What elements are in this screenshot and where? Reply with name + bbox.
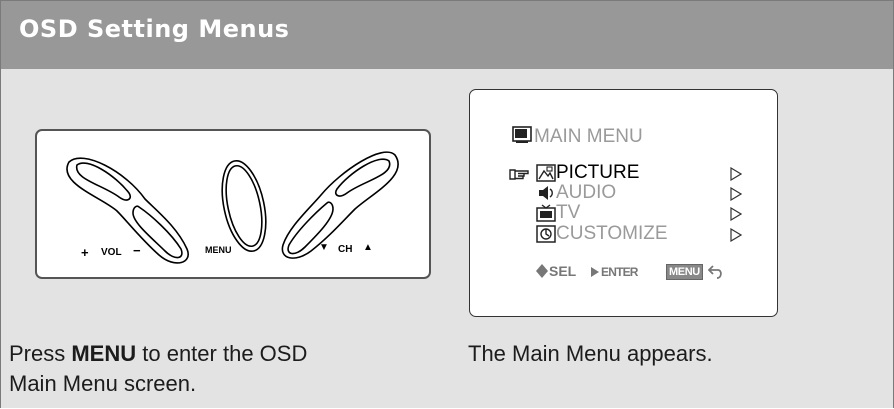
vol-minus-label: − [133,243,141,258]
menu-button-drawing [221,160,267,252]
vol-label: VOL [101,247,122,258]
tv-icon [536,204,556,222]
control-panel-illustration: + VOL − MENU ▼ CH ▲ [35,129,431,279]
right-caption: The Main Menu appears. [468,341,713,366]
menu-label: MENU [205,245,232,255]
left-caption: Press MENU to enter the OSD Main Menu scr… [9,339,439,399]
page-frame: OSD Setting Menus + VOL − MENU ▼ CH ▲ MA… [0,0,894,408]
left-caption-menu-keyword: MENU [71,341,137,366]
legend-sel: SEL [549,263,577,279]
vol-plus-label: + [81,245,89,260]
ch-label: CH [338,244,353,255]
select-diamond-icon [536,264,548,278]
arrow-right-icon [730,228,742,242]
legend-enter: ENTER [601,265,638,279]
page-header: OSD Setting Menus [1,1,893,69]
ch-up-label: ▲ [363,242,373,253]
control-panel-drawing [66,151,399,264]
picture-icon [536,164,556,182]
menu-item-customize: CUSTOMIZE [556,223,668,244]
arrow-right-icon [730,187,742,201]
left-caption-prefix: Press [9,341,72,366]
ch-rocker [281,151,399,259]
legend-menu-key: MENU [666,264,703,280]
menu-item-picture: PICTURE [556,162,640,183]
enter-triangle-icon [591,267,599,277]
speaker-icon [539,186,553,200]
arrow-right-icon [730,167,742,181]
main-menu-title: MAIN MENU [534,126,643,147]
pointing-hand-icon [509,169,529,180]
arrow-right-icon [730,207,742,221]
page-title: OSD Setting Menus [19,15,290,43]
return-arrow-icon [708,265,722,279]
menu-item-tv: TV [556,202,581,223]
menu-item-audio: AUDIO [556,182,617,203]
left-caption-suffix: to enter the OSD [136,341,308,366]
osd-screen-illustration: MAIN MENU PICTURE AUDIO TV CUSTOMIZE SEL… [469,89,778,317]
ch-down-label: ▼ [319,242,329,253]
customize-icon [536,225,556,243]
left-caption-line2: Main Menu screen. [9,371,197,396]
main-menu-icon [512,126,532,143]
